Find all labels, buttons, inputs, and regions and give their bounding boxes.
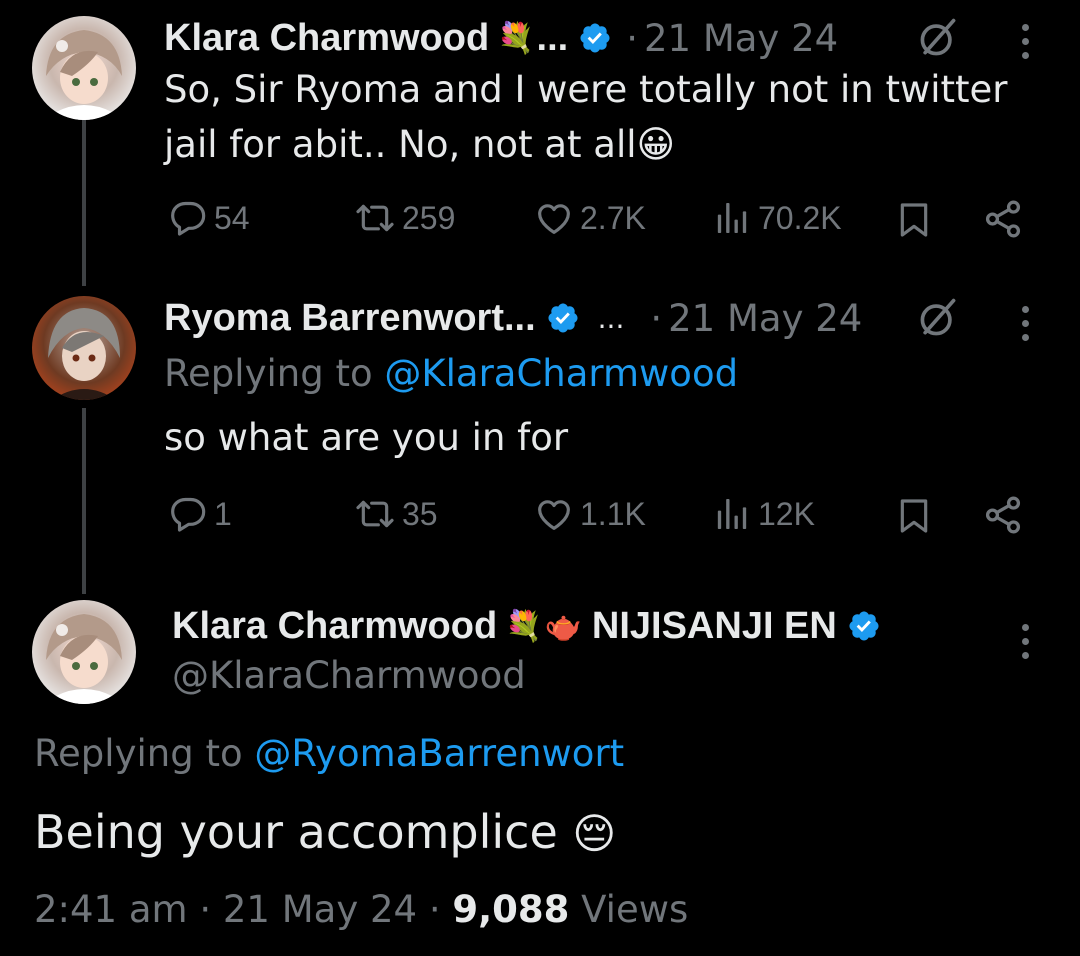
affiliation-label: NIJISANJI EN [591,604,837,647]
main-tweet-text: Being your accomplice 😔 [34,805,617,859]
teapot-emoji: 🫖 [544,608,582,644]
views-button[interactable]: 70.2K [712,198,842,238]
tweet-header: Ryoma Barrenwort... ... · 21 May 24 [164,294,862,342]
avatar-klara[interactable] [32,600,136,704]
main-tweet-header: Klara Charmwood 💐 🫖 NIJISANJI EN [172,602,881,650]
name-truncation: ... [536,16,569,59]
thread-connector [82,118,86,286]
like-icon [534,198,574,238]
name-ellipsis: ... [597,301,625,335]
share-icon[interactable] [982,198,1024,240]
views-count: 70.2K [758,199,842,236]
reply-count: 1 [214,495,232,532]
more-icon[interactable] [1020,624,1030,666]
like-button[interactable]: 1.1K [534,494,646,534]
repost-icon [354,198,396,238]
user-handle[interactable]: @KlaraCharmwood [172,654,526,697]
more-icon[interactable] [1020,306,1030,348]
display-name[interactable]: Klara Charmwood [172,605,497,648]
separator-dot: · [650,296,663,340]
tweet-text-line: jail for abit.. No, not at all😀 [164,123,676,166]
bouquet-emoji: 💐 [497,20,535,56]
like-icon [534,494,574,534]
thread-connector [82,408,86,594]
replying-label: Replying to [164,352,373,395]
views-icon [712,494,752,534]
tweet-text: So, Sir Ryoma and I were totally not in … [164,62,1044,172]
separator-dot: · [428,888,441,931]
reply-button[interactable]: 1 [168,494,232,534]
bouquet-emoji: 💐 [505,608,543,644]
grok-icon[interactable] [916,16,960,60]
views-count: 12K [758,495,815,532]
bookmark-icon[interactable] [894,494,934,538]
reply-icon [168,198,208,238]
replying-to: Replying to @KlaraCharmwood [164,352,738,395]
verified-icon[interactable] [847,609,881,643]
grok-icon[interactable] [916,296,960,340]
replying-to: Replying to @RyomaBarrenwort [34,732,624,775]
separator-dot: · [626,16,638,60]
views-button[interactable]: 12K [712,494,815,534]
reply-icon [168,494,208,534]
grinning-emoji: 😀 [636,123,676,166]
tweet-date[interactable]: 21 May 24 [644,17,838,60]
mention-link[interactable]: @RyomaBarrenwort [254,732,624,775]
like-count: 2.7K [580,199,646,236]
repost-button[interactable]: 35 [354,494,438,534]
mention-link[interactable]: @KlaraCharmwood [384,352,738,395]
verified-icon[interactable] [578,21,612,55]
display-name[interactable]: Klara Charmwood [164,17,489,60]
tweet-time[interactable]: 2:41 am [34,888,188,931]
reply-count: 54 [214,199,250,236]
bookmark-icon[interactable] [894,198,934,242]
separator-dot: · [199,888,212,931]
avatar-klara[interactable] [32,16,136,120]
tweet-date[interactable]: 21 May 24 [668,297,862,340]
views-label: Views [581,888,689,931]
display-name[interactable]: Ryoma Barrenwort... [164,297,536,340]
reply-button[interactable]: 54 [168,198,250,238]
like-button[interactable]: 2.7K [534,198,646,238]
repost-icon [354,494,396,534]
avatar-ryoma[interactable] [32,296,136,400]
views-icon [712,198,752,238]
repost-count: 259 [402,199,456,236]
tweet-text-line: So, Sir Ryoma and I were totally not in … [164,68,1008,111]
repost-button[interactable]: 259 [354,198,455,238]
more-icon[interactable] [1020,24,1030,66]
replying-label: Replying to [34,732,243,775]
tweet-text: so what are you in for [164,416,569,459]
tweet-date[interactable]: 21 May 24 [223,888,417,931]
tweet-footer: 2:41 am · 21 May 24 · 9,088 Views [34,888,688,931]
pensive-emoji: 😔 [572,809,617,858]
repost-count: 35 [402,495,438,532]
share-icon[interactable] [982,494,1024,536]
views-count: 9,088 [452,888,570,931]
tweet-header: Klara Charmwood 💐 ... · 21 May 24 [164,14,838,62]
like-count: 1.1K [580,495,646,532]
verified-icon[interactable] [546,301,580,335]
